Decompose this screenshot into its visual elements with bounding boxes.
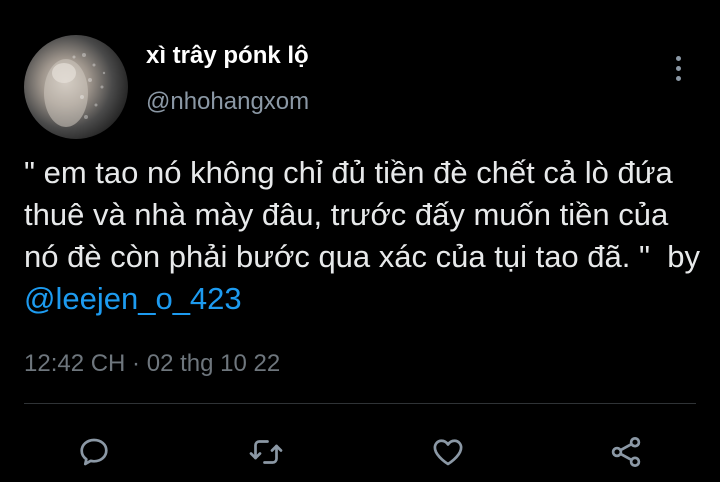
share-nodes-icon (611, 437, 641, 467)
speech-bubble-icon (80, 438, 108, 466)
mention-link[interactable]: @leejen_o_423 (24, 281, 242, 316)
heart-icon (433, 439, 463, 466)
like-button[interactable] (428, 432, 468, 472)
tweet-timestamp[interactable]: 12:42 CH · 02 thg 10 22 (24, 350, 280, 378)
avatar[interactable] (24, 35, 128, 139)
more-dot (675, 65, 681, 71)
share-button[interactable] (606, 432, 646, 472)
tweet-body: " em tao nó không chỉ đủ tiền đè chết cả… (24, 155, 709, 274)
tweet-text: " em tao nó không chỉ đủ tiền đè chết cả… (24, 152, 704, 320)
divider (24, 403, 696, 404)
author-handle[interactable]: @nhohangxom (146, 88, 309, 116)
retweet-button[interactable] (246, 432, 286, 472)
more-dot (675, 75, 681, 81)
retweet-icon (249, 440, 283, 464)
more-dot (675, 55, 681, 61)
author-display-name[interactable]: xì trây pónk lộ (146, 42, 309, 70)
reply-button[interactable] (74, 432, 114, 472)
more-options-button[interactable] (662, 50, 694, 86)
